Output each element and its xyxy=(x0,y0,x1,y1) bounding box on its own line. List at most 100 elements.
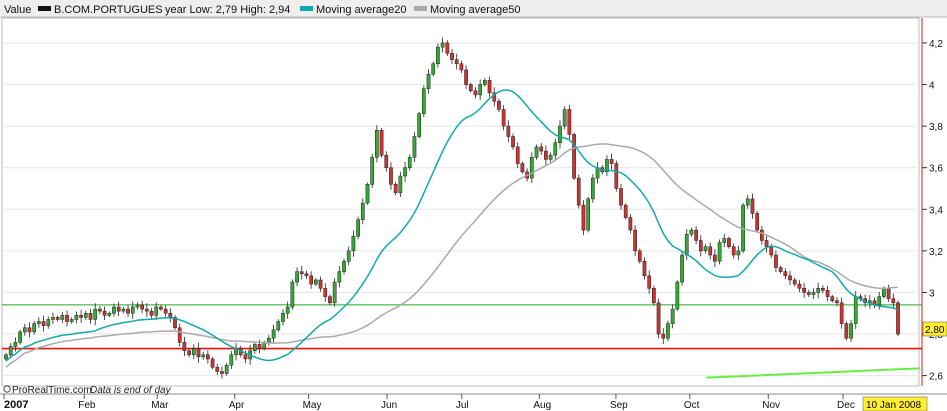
candle xyxy=(642,261,647,277)
candle xyxy=(478,84,483,96)
candle xyxy=(586,198,590,231)
candle xyxy=(210,358,215,368)
candle xyxy=(675,281,680,310)
candle xyxy=(27,327,32,333)
legend: Value B.COM.PORTUGUES year Low: 2,79 Hig… xyxy=(0,0,947,18)
candle xyxy=(328,296,332,304)
candle xyxy=(271,329,276,339)
candle xyxy=(163,308,168,314)
x-tick-label: Nov xyxy=(762,400,780,411)
x-tick-label: Jun xyxy=(381,400,397,411)
y-tick-label: 4 xyxy=(929,81,935,92)
candle xyxy=(436,46,440,64)
candle xyxy=(389,167,393,185)
candle xyxy=(356,219,360,237)
candle xyxy=(558,125,562,143)
candle xyxy=(187,350,191,356)
candle xyxy=(440,42,445,48)
candle xyxy=(22,327,27,333)
candle xyxy=(144,308,149,312)
y-tick-label: 3,2 xyxy=(929,247,943,258)
candle xyxy=(426,73,431,89)
legend-symbol: B.COM.PORTUGUES xyxy=(54,4,163,16)
credit-site: ProRealTime.com xyxy=(12,385,92,396)
candle xyxy=(567,109,572,135)
candle xyxy=(412,136,417,158)
legend-value-label: Value xyxy=(4,4,31,16)
candle xyxy=(299,271,304,274)
candle xyxy=(149,310,154,316)
candle xyxy=(135,304,140,308)
candle xyxy=(318,279,323,289)
candle xyxy=(684,233,689,256)
candle xyxy=(196,348,201,358)
candle xyxy=(295,271,299,283)
candle xyxy=(750,198,755,214)
candle xyxy=(506,125,511,137)
x-tick-label: Dec xyxy=(837,400,855,411)
candle xyxy=(811,292,816,295)
candle xyxy=(351,236,356,252)
candle xyxy=(736,250,741,256)
candle xyxy=(112,306,116,314)
candle xyxy=(886,288,891,299)
candle xyxy=(778,267,783,272)
x-tick-label: Mar xyxy=(151,400,169,411)
candle xyxy=(13,342,18,347)
candle xyxy=(98,308,102,312)
candle xyxy=(379,130,384,156)
candle xyxy=(285,306,290,314)
candle xyxy=(159,306,163,310)
candle xyxy=(464,69,468,85)
candle xyxy=(666,323,670,339)
candle xyxy=(168,312,173,318)
x-tick-label: 2007 xyxy=(4,399,28,411)
candle xyxy=(628,217,633,231)
y-tick-label: 3,4 xyxy=(929,205,943,216)
current-value-label: 2,80 xyxy=(925,325,945,336)
candle xyxy=(182,342,187,351)
x-tick-label: Apr xyxy=(229,400,245,411)
candle xyxy=(365,184,370,204)
candle xyxy=(769,246,774,256)
current-value-marker: 2,80 xyxy=(922,321,947,337)
candle xyxy=(703,246,708,252)
candle xyxy=(839,302,844,324)
candle xyxy=(802,288,806,293)
candle xyxy=(656,302,661,335)
candle xyxy=(792,279,797,285)
candle xyxy=(201,354,206,358)
candle xyxy=(445,42,450,54)
candle xyxy=(647,275,652,289)
candle xyxy=(74,315,79,320)
candle xyxy=(407,157,412,168)
legend-ma50: Moving average50 xyxy=(430,4,521,16)
candle xyxy=(755,213,760,231)
candle xyxy=(206,354,210,360)
candle xyxy=(581,204,586,231)
candle xyxy=(708,246,713,256)
candle xyxy=(32,323,37,333)
candle xyxy=(609,159,614,164)
candle xyxy=(323,288,328,297)
candle xyxy=(220,371,224,374)
candle xyxy=(342,261,346,272)
candle xyxy=(534,146,539,158)
candle xyxy=(360,202,365,220)
candle xyxy=(83,312,88,318)
current-date-marker: 10 Jan 2008 xyxy=(862,396,928,411)
candle xyxy=(529,157,534,179)
candle xyxy=(511,136,515,148)
legend-range: year Low: 2,79 High: 2,94 xyxy=(165,4,290,16)
plot-background xyxy=(1,17,920,387)
candle xyxy=(764,240,769,247)
candle xyxy=(309,275,314,285)
candle xyxy=(4,354,8,360)
candle xyxy=(614,163,619,189)
candle xyxy=(370,157,375,185)
candle xyxy=(816,288,821,293)
candle xyxy=(689,229,694,235)
candle xyxy=(661,333,666,339)
candle xyxy=(548,154,553,160)
candle xyxy=(680,254,684,283)
